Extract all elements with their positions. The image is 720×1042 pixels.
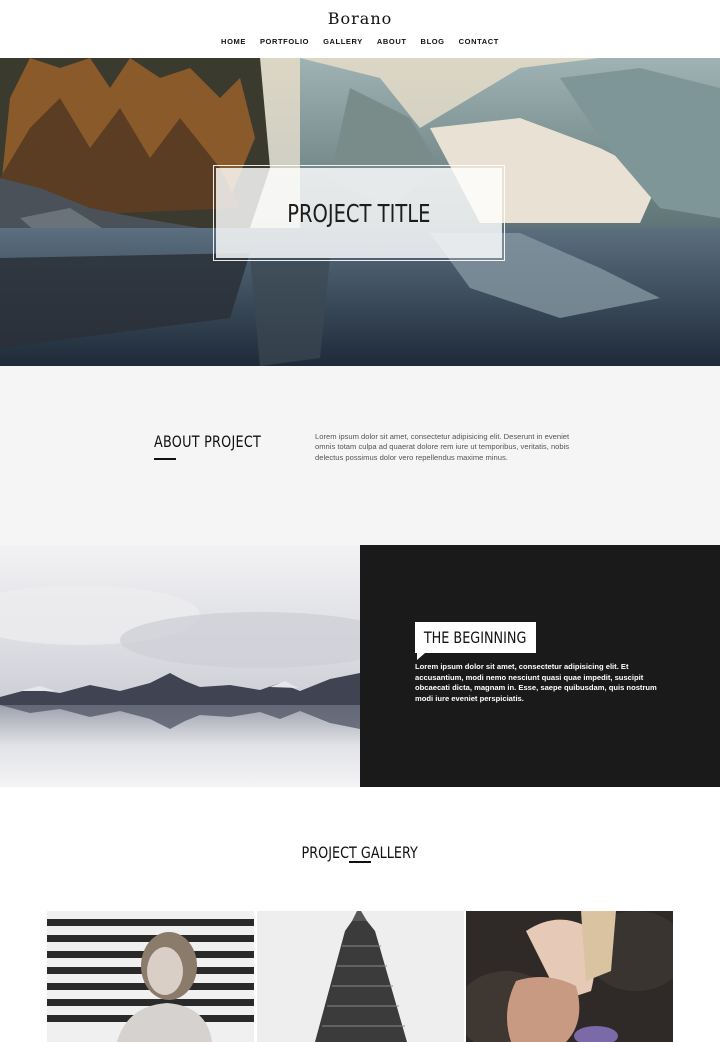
beginning-text: Lorem ipsum dolor sit amet, consectetur … (415, 662, 657, 703)
about-title: ABOUT PROJECT (154, 432, 262, 451)
nav-contact[interactable]: CONTACT (452, 37, 506, 46)
gallery-item-portrait[interactable] (47, 911, 254, 1042)
about-text: Lorem ipsum dolor sit amet, consectetur … (315, 432, 570, 462)
gallery-item-woman[interactable] (466, 911, 673, 1042)
hero-title-box: PROJECT TITLE (213, 165, 505, 261)
main-nav: HOME PORTFOLIO GALLERY ABOUT BLOG CONTAC… (0, 37, 720, 46)
hero-title: PROJECT TITLE (287, 198, 431, 228)
gallery-title: PROJECT GALLERY (301, 843, 419, 862)
lake-mountains-image (0, 545, 360, 787)
nav-portfolio[interactable]: PORTFOLIO (253, 37, 316, 46)
building-image (257, 911, 464, 1042)
gallery-title-wrap: PROJECT GALLERY (0, 836, 720, 864)
about-divider (154, 458, 176, 460)
nav-gallery[interactable]: GALLERY (316, 37, 370, 46)
nav-home[interactable]: HOME (214, 37, 253, 46)
nav-blog[interactable]: BLOG (414, 37, 452, 46)
site-header: Borano HOME PORTFOLIO GALLERY ABOUT BLOG… (0, 0, 720, 58)
nav-about[interactable]: ABOUT (370, 37, 414, 46)
beginning-title-box: THE BEGINNING (415, 622, 536, 653)
gallery-item-building[interactable] (257, 911, 464, 1042)
beginning-title: THE BEGINNING (424, 628, 527, 647)
about-section: ABOUT PROJECT Lorem ipsum dolor sit amet… (0, 366, 720, 545)
portrait-image (47, 911, 254, 1042)
hero-banner: PROJECT TITLE (0, 58, 720, 366)
beginning-image (0, 545, 360, 787)
gallery-divider (349, 861, 371, 863)
speech-tail-shape (417, 653, 425, 660)
woman-image (466, 911, 673, 1042)
site-logo[interactable]: Borano (0, 9, 720, 28)
beginning-panel: THE BEGINNING Lorem ipsum dolor sit amet… (360, 545, 720, 787)
